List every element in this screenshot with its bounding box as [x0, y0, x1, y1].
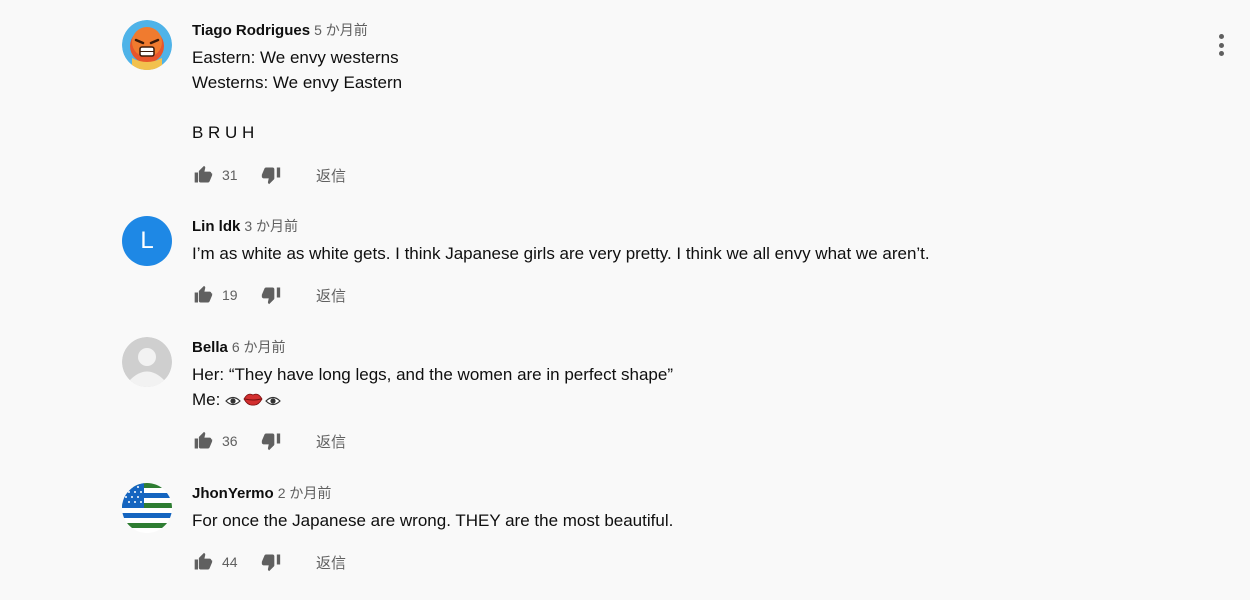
author-name[interactable]: Bella — [192, 339, 228, 356]
comment-line-with-emoji: Me: — [192, 387, 1092, 414]
dislike-button[interactable] — [260, 430, 282, 452]
comment-text: Her: “They have long legs, and the women… — [192, 362, 1092, 414]
comment-line: Me: — [192, 390, 226, 409]
like-button[interactable] — [192, 430, 214, 452]
comments-section: Tiago Rodrigues 5 か月前 Eastern: We envy we… — [0, 0, 1250, 600]
comment-line: Westerns: We envy Eastern — [192, 73, 403, 92]
like-button[interactable] — [192, 164, 214, 186]
reply-button[interactable]: 返信 — [316, 285, 346, 306]
comment-text: I’m as white as white gets. I think Japa… — [192, 241, 1092, 266]
comment-time[interactable]: 6 か月前 — [232, 339, 286, 355]
comment-body: Bella 6 か月前 Her: “They have long legs, an… — [192, 337, 1092, 451]
comment-line: I’m as white as white gets. I think Japa… — [192, 244, 930, 263]
angry-face-avatar-icon — [122, 20, 172, 70]
avatar[interactable] — [122, 20, 172, 70]
dislike-button[interactable] — [260, 284, 282, 306]
comment-time[interactable]: 5 か月前 — [314, 22, 368, 38]
comment-actions: 19 返信 — [192, 283, 346, 307]
comment-line: For once the Japanese are wrong. THEY ar… — [192, 511, 674, 530]
like-count: 31 — [222, 167, 238, 183]
comment-actions: 36 返信 — [192, 429, 346, 453]
comment-header: Tiago Rodrigues 5 か月前 — [192, 20, 1092, 40]
more-vertical-icon[interactable] — [1211, 34, 1231, 56]
thumb-up-icon — [194, 552, 213, 570]
author-name[interactable]: JhonYermo — [192, 485, 274, 502]
comment-header: Lin ldk 3 か月前 — [192, 216, 1092, 236]
comment-body: JhonYermo 2 か月前 For once the Japanese are… — [192, 483, 1092, 572]
thumb-down-icon — [261, 554, 281, 572]
thumb-down-icon — [261, 433, 281, 451]
like-count: 36 — [222, 433, 238, 449]
comment-actions: 31 返信 — [192, 163, 346, 187]
comment-text: For once the Japanese are wrong. THEY ar… — [192, 508, 1092, 533]
eye-emoji-icon — [225, 389, 241, 414]
eye-emoji-icon — [265, 389, 281, 414]
reply-button[interactable]: 返信 — [316, 165, 346, 186]
dislike-button[interactable] — [260, 164, 282, 186]
comment-text: Eastern: We envy westerns Westerns: We en… — [192, 45, 1092, 145]
comment-line: Eastern: We envy westerns — [192, 48, 399, 67]
comment-time[interactable]: 3 か月前 — [244, 218, 298, 234]
reply-button[interactable]: 返信 — [316, 431, 346, 452]
comment-line: Her: “They have long legs, and the women… — [192, 365, 673, 384]
thumb-up-icon — [194, 165, 213, 183]
avatar[interactable] — [122, 483, 172, 533]
comment-header: JhonYermo 2 か月前 — [192, 483, 1092, 503]
comment-time[interactable]: 2 か月前 — [278, 485, 332, 501]
avatar[interactable]: L — [122, 216, 172, 266]
thumb-up-icon — [194, 285, 213, 303]
author-name[interactable]: Lin ldk — [192, 218, 240, 235]
thumb-down-icon — [261, 167, 281, 185]
menu-dot — [1218, 34, 1224, 39]
avatar[interactable] — [122, 337, 172, 387]
dislike-button[interactable] — [260, 551, 282, 573]
flag-avatar-icon — [122, 483, 172, 533]
menu-dot — [1218, 42, 1224, 48]
comment-line — [192, 95, 1092, 120]
default-user-avatar-icon — [122, 337, 172, 387]
comment-actions: 44 返信 — [192, 550, 346, 574]
reply-button[interactable]: 返信 — [316, 552, 346, 573]
like-count: 19 — [222, 287, 238, 303]
avatar-letter: L — [140, 227, 154, 254]
like-button[interactable] — [192, 284, 214, 306]
thumb-down-icon — [261, 287, 281, 305]
like-count: 44 — [222, 554, 238, 570]
comment-body: Tiago Rodrigues 5 か月前 Eastern: We envy we… — [192, 20, 1092, 185]
thumb-up-icon — [194, 431, 213, 449]
comment-body: Lin ldk 3 か月前 I’m as white as white gets.… — [192, 216, 1092, 305]
lips-emoji-icon — [243, 389, 263, 414]
like-button[interactable] — [192, 551, 214, 573]
comment-line: B R U H — [192, 123, 255, 142]
author-name[interactable]: Tiago Rodrigues — [192, 22, 310, 39]
comment-header: Bella 6 か月前 — [192, 337, 1092, 357]
menu-dot — [1218, 51, 1224, 56]
